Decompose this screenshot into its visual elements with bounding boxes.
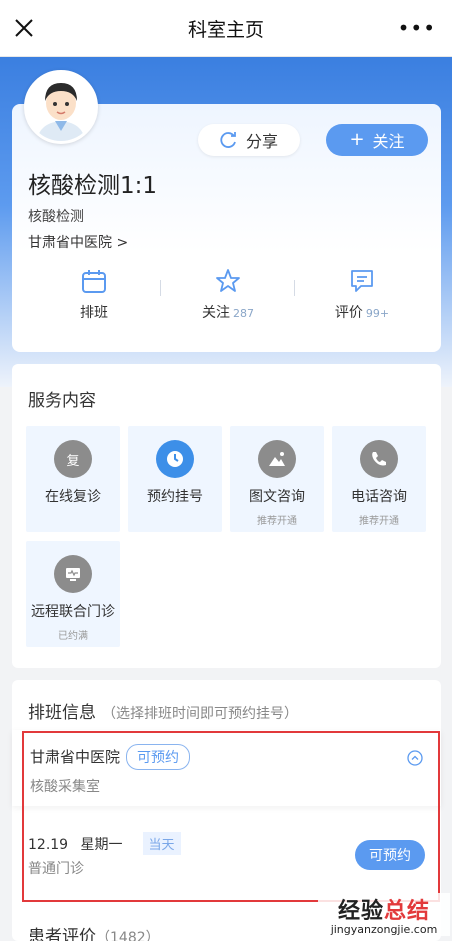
service-label: 电话咨询 xyxy=(351,489,407,505)
slot-date: 12.19 xyxy=(28,837,69,853)
stat-label: 评价 xyxy=(334,305,363,321)
schedule-hint: （选择排班时间即可预约挂号） xyxy=(102,706,298,722)
service-online-revisit[interactable]: 复 在线复诊 xyxy=(26,426,120,532)
service-text-consult[interactable]: 图文咨询 推荐开通 xyxy=(230,426,324,532)
doctor-avatar-icon xyxy=(27,73,95,141)
schedule-hospital-row[interactable]: 甘肃省中医院 可预约 核酸采集室 xyxy=(12,730,441,806)
revisit-icon: 复 xyxy=(54,440,92,478)
stat-follow[interactable]: 关注 287 xyxy=(168,268,288,322)
stat-schedule[interactable]: 排班 xyxy=(34,268,154,322)
watermark-text-red: 总结 xyxy=(384,899,431,924)
star-icon xyxy=(216,269,240,292)
schedule-title: 排班信息 xyxy=(28,703,96,723)
stat-label: 关注 xyxy=(202,305,230,321)
status-badge: 可预约 xyxy=(126,744,191,770)
service-sub: 推荐开通 xyxy=(359,516,399,527)
more-icon[interactable]: ••• xyxy=(398,18,436,38)
calendar-icon xyxy=(82,270,106,293)
stat-review[interactable]: 评价 99+ xyxy=(302,268,422,322)
avatar xyxy=(24,70,98,144)
divider xyxy=(294,280,295,296)
services-card: 服务内容 复 在线复诊 预约挂号 图文咨询 推荐开通 电话咨询 推荐开通 远程联… xyxy=(12,364,441,668)
plus-icon: + xyxy=(349,129,365,150)
service-phone-consult[interactable]: 电话咨询 推荐开通 xyxy=(332,426,426,532)
service-sub: 推荐开通 xyxy=(257,516,297,527)
share-button[interactable]: 分享 xyxy=(198,124,300,156)
schedule-header: 排班信息 （选择排班时间即可预约挂号） xyxy=(28,698,298,723)
service-label: 图文咨询 xyxy=(249,489,305,505)
schedule-hospital: 甘肃省中医院 xyxy=(30,748,121,766)
share-label: 分享 xyxy=(245,132,278,151)
divider xyxy=(160,280,161,296)
reviews-header[interactable]: 患者评价（1482） xyxy=(28,922,160,941)
department-name: 核酸检测 xyxy=(28,209,84,225)
stats-row: 排班 关注 287 评价 99+ xyxy=(12,268,441,338)
reviews-title: 患者评价 xyxy=(28,927,96,941)
service-remote-clinic[interactable]: 远程联合门诊 已约满 xyxy=(26,541,120,647)
top-bar: 科室主页 ••• xyxy=(0,0,452,57)
schedule-room: 核酸采集室 xyxy=(30,779,100,795)
service-label: 预约挂号 xyxy=(147,489,203,505)
service-label: 远程联合门诊 xyxy=(31,604,115,620)
services-title: 服务内容 xyxy=(28,391,96,411)
phone-icon xyxy=(360,440,398,478)
slot-clinic: 普通门诊 xyxy=(28,861,84,877)
monitor-icon xyxy=(54,555,92,593)
image-text-icon xyxy=(258,440,296,478)
stat-label: 排班 xyxy=(80,305,108,321)
slot-weekday: 星期一 xyxy=(80,837,123,853)
reviews-count: （1482） xyxy=(96,930,160,941)
share-icon xyxy=(220,132,236,148)
watermark: 经验总结 jingyanzongjie.com xyxy=(318,893,450,936)
service-label: 在线复诊 xyxy=(45,489,101,505)
hospital-link[interactable]: 甘肃省中医院 > xyxy=(28,232,128,252)
follow-count: 287 xyxy=(233,307,254,320)
follow-label: 关注 xyxy=(372,132,405,151)
follow-button[interactable]: + 关注 xyxy=(326,124,428,156)
page-title: 科室主页 xyxy=(187,18,264,41)
service-sub: 已约满 xyxy=(58,631,88,642)
service-appointment[interactable]: 预约挂号 xyxy=(128,426,222,532)
watermark-url: jingyanzongjie.com xyxy=(330,923,438,936)
chevron-up-icon[interactable] xyxy=(407,750,423,766)
close-icon[interactable] xyxy=(12,16,36,40)
doctor-name: 核酸检测1:1 xyxy=(28,173,158,199)
today-badge: 当天 xyxy=(142,832,181,855)
comment-icon xyxy=(351,270,373,292)
watermark-text-black: 经验 xyxy=(337,899,384,924)
schedule-slot-row[interactable]: 12.19 星期一 当天 普通门诊 可预约 xyxy=(12,820,441,890)
review-count: 99+ xyxy=(365,307,390,320)
book-button[interactable]: 可预约 xyxy=(355,840,425,870)
clock-icon xyxy=(156,440,194,478)
